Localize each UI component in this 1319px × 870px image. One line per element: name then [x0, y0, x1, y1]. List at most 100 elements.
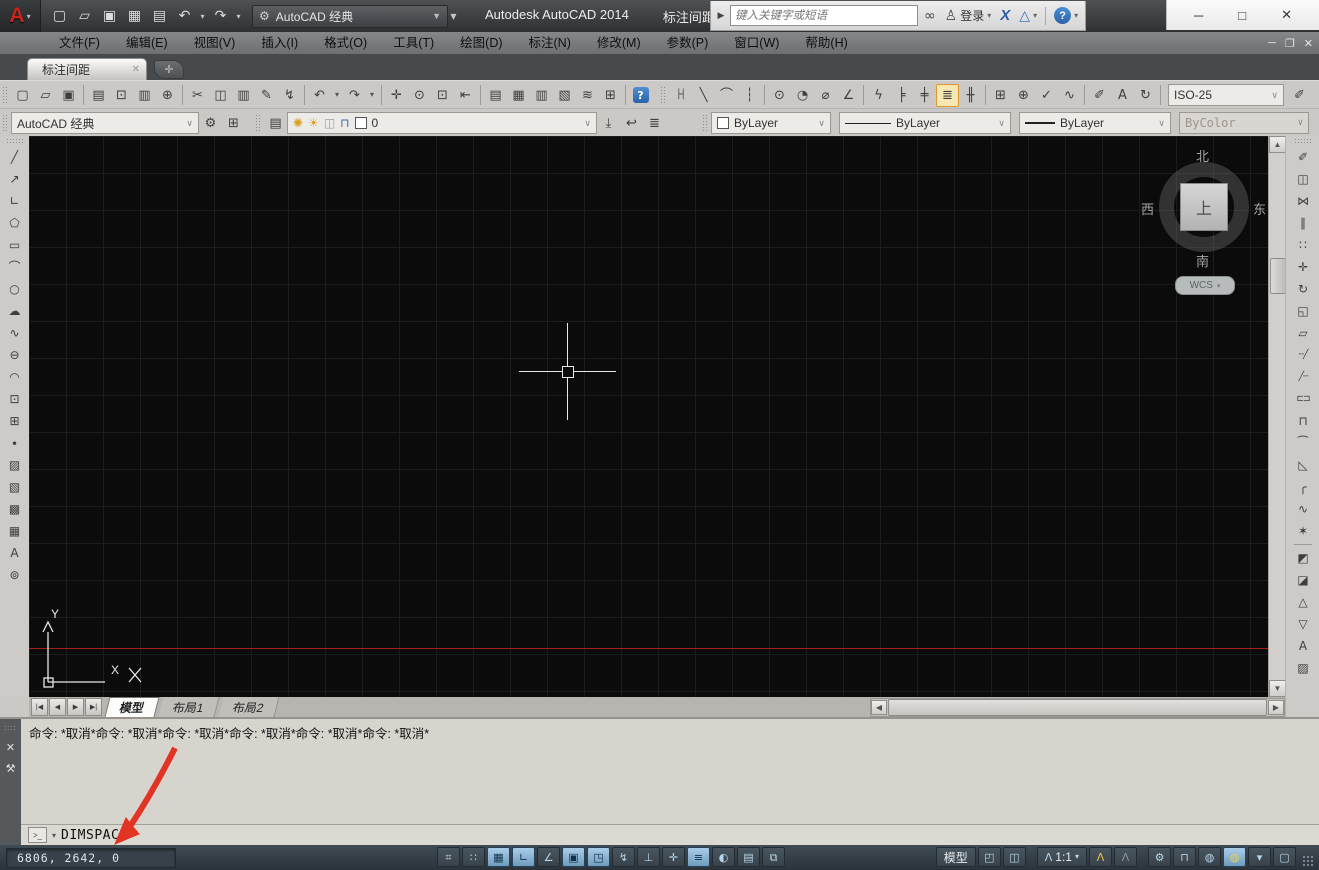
hatch[interactable]: ▨: [3, 454, 26, 476]
toolbar-grip[interactable]: [255, 113, 261, 133]
maximize-button[interactable]: □: [1230, 8, 1254, 23]
toolbar-grip[interactable]: [2, 85, 8, 105]
annotation-scale-button[interactable]: Λ 1:1 ▾: [1037, 847, 1087, 867]
layer-color-swatch[interactable]: [355, 117, 367, 129]
toolbar-grip[interactable]: [702, 113, 708, 133]
rotate[interactable]: ↻: [1292, 278, 1315, 300]
undo-menu[interactable]: ▾: [331, 84, 343, 107]
plot-preview[interactable]: ⊡: [110, 84, 133, 107]
text-to-front[interactable]: A: [1292, 635, 1315, 657]
redo-menu[interactable]: ▾: [233, 3, 244, 29]
workspace-switching[interactable]: ⚙: [1148, 847, 1171, 867]
redo-menu[interactable]: ▾: [366, 84, 378, 107]
color-select[interactable]: ByLayer ∨: [711, 112, 831, 134]
gradient[interactable]: ▧: [3, 476, 26, 498]
menu-item-9[interactable]: 参数(P): [654, 32, 722, 54]
std-qsave[interactable]: ▣: [57, 84, 80, 107]
horizontal-scrollbar[interactable]: ◀ ▶: [870, 698, 1285, 717]
viewcube[interactable]: 上 北 南 西 东 WCS ▾: [1135, 138, 1268, 298]
drawing-canvas[interactable]: Y X 上 北 南 西 东 WCS ▾: [29, 136, 1268, 697]
command-window-close-button[interactable]: ✕: [6, 741, 15, 754]
mirror[interactable]: ⋈: [1292, 190, 1315, 212]
dimension-style-select[interactable]: ISO-25 ∨: [1168, 84, 1284, 106]
arc[interactable]: ⌒: [3, 256, 26, 278]
rectangle[interactable]: ▭: [3, 234, 26, 256]
show-lineweight[interactable]: ≡: [687, 847, 710, 867]
scroll-down-button[interactable]: ▼: [1269, 680, 1286, 697]
dim-diameter[interactable]: ⌀: [814, 84, 837, 107]
scale[interactable]: ◱: [1292, 300, 1315, 322]
help[interactable]: ?: [629, 84, 652, 107]
insert-block[interactable]: ⊡: [3, 388, 26, 410]
extend[interactable]: ╱╌: [1292, 366, 1315, 388]
copy-clip[interactable]: ◫: [209, 84, 232, 107]
menu-item-3[interactable]: 插入(I): [248, 32, 311, 54]
search-button[interactable]: ∞: [921, 4, 939, 28]
dim-angular[interactable]: ∠: [837, 84, 860, 107]
properties-palette[interactable]: ▤: [484, 84, 507, 107]
scroll-left-button[interactable]: ◀: [871, 700, 887, 715]
dim-continue[interactable]: ╪: [913, 84, 936, 107]
show-transparency[interactable]: ◐: [712, 847, 735, 867]
dim-inspect[interactable]: ✓: [1035, 84, 1058, 107]
redo[interactable]: ↷: [208, 3, 233, 29]
chevron-down-icon[interactable]: ▾: [52, 831, 56, 840]
coordinates-readout[interactable]: 6806, 2642, 0: [6, 848, 176, 868]
paste-clip[interactable]: ▥: [232, 84, 255, 107]
line[interactable]: ╱: [3, 146, 26, 168]
tab-last[interactable]: ▶|: [85, 698, 102, 716]
menu-item-8[interactable]: 修改(M): [584, 32, 654, 54]
object-snap[interactable]: ▣: [562, 847, 585, 867]
undo-menu[interactable]: ▾: [197, 3, 208, 29]
layer-lock-icon[interactable]: ⊓: [340, 116, 349, 130]
publish[interactable]: ▥: [133, 84, 156, 107]
dim-linear[interactable]: ├┤: [669, 84, 692, 107]
copy[interactable]: ◫: [1292, 168, 1315, 190]
file-tab-close-button[interactable]: ✕: [132, 64, 140, 75]
command-input-text[interactable]: DIMSPACE: [61, 828, 128, 843]
scroll-up-button[interactable]: ▲: [1269, 136, 1286, 153]
menu-item-5[interactable]: 工具(T): [380, 32, 447, 54]
publish-to-web[interactable]: ⊕: [156, 84, 179, 107]
send-to-back[interactable]: ◪: [1292, 569, 1315, 591]
exchange-apps-button[interactable]: X: [997, 4, 1013, 28]
dim-jogged[interactable]: ◔: [791, 84, 814, 107]
command-window-grip[interactable]: [4, 725, 17, 731]
quick-view-drawings[interactable]: ◫: [1003, 847, 1026, 867]
save-as[interactable]: ▦: [122, 3, 147, 29]
hatch-to-back[interactable]: ▨: [1292, 657, 1315, 679]
table[interactable]: ▦: [3, 520, 26, 542]
object-snap-3d[interactable]: ◳: [587, 847, 610, 867]
object-snap-tracking[interactable]: ↯: [612, 847, 635, 867]
match-properties[interactable]: ✎: [255, 84, 278, 107]
add-selected[interactable]: ⊚: [3, 564, 26, 586]
tab-next[interactable]: ▶: [67, 698, 84, 716]
circle[interactable]: ○: [3, 278, 26, 300]
sheet-set-manager[interactable]: ▧: [553, 84, 576, 107]
close-button[interactable]: ✕: [1273, 7, 1300, 23]
std-open[interactable]: ▱: [34, 84, 57, 107]
menu-item-2[interactable]: 视图(V): [181, 32, 249, 54]
toolbar-grip[interactable]: [6, 138, 24, 144]
std-qnew[interactable]: ▢: [11, 84, 34, 107]
isolate-objects[interactable]: ◍: [1223, 847, 1246, 867]
viewcube-north-label[interactable]: 北: [1196, 146, 1209, 165]
viewcube-east-label[interactable]: 东: [1253, 199, 1266, 218]
resize-grip[interactable]: [1302, 855, 1314, 867]
performance-tuner[interactable]: ◍: [1198, 847, 1221, 867]
redo[interactable]: ↷: [343, 84, 366, 107]
menu-item-10[interactable]: 窗口(W): [721, 32, 792, 54]
break-at-point[interactable]: ⊓: [1292, 410, 1315, 432]
workspace-select[interactable]: ⚙ AutoCAD 经典 ▼: [252, 5, 448, 28]
point[interactable]: ∙: [3, 432, 26, 454]
app-menu-button[interactable]: A ▾: [0, 0, 41, 32]
designcenter[interactable]: ▦: [507, 84, 530, 107]
menu-item-4[interactable]: 格式(O): [311, 32, 380, 54]
region[interactable]: ▩: [3, 498, 26, 520]
layer-vp-freeze-icon[interactable]: ◫: [324, 116, 335, 130]
quick-properties[interactable]: ▤: [737, 847, 760, 867]
join[interactable]: ⁀: [1292, 432, 1315, 454]
quick-access-overflow-button[interactable]: ▼: [448, 3, 459, 29]
array[interactable]: ∷: [1292, 234, 1315, 256]
revision-cloud[interactable]: ☁: [3, 300, 26, 322]
